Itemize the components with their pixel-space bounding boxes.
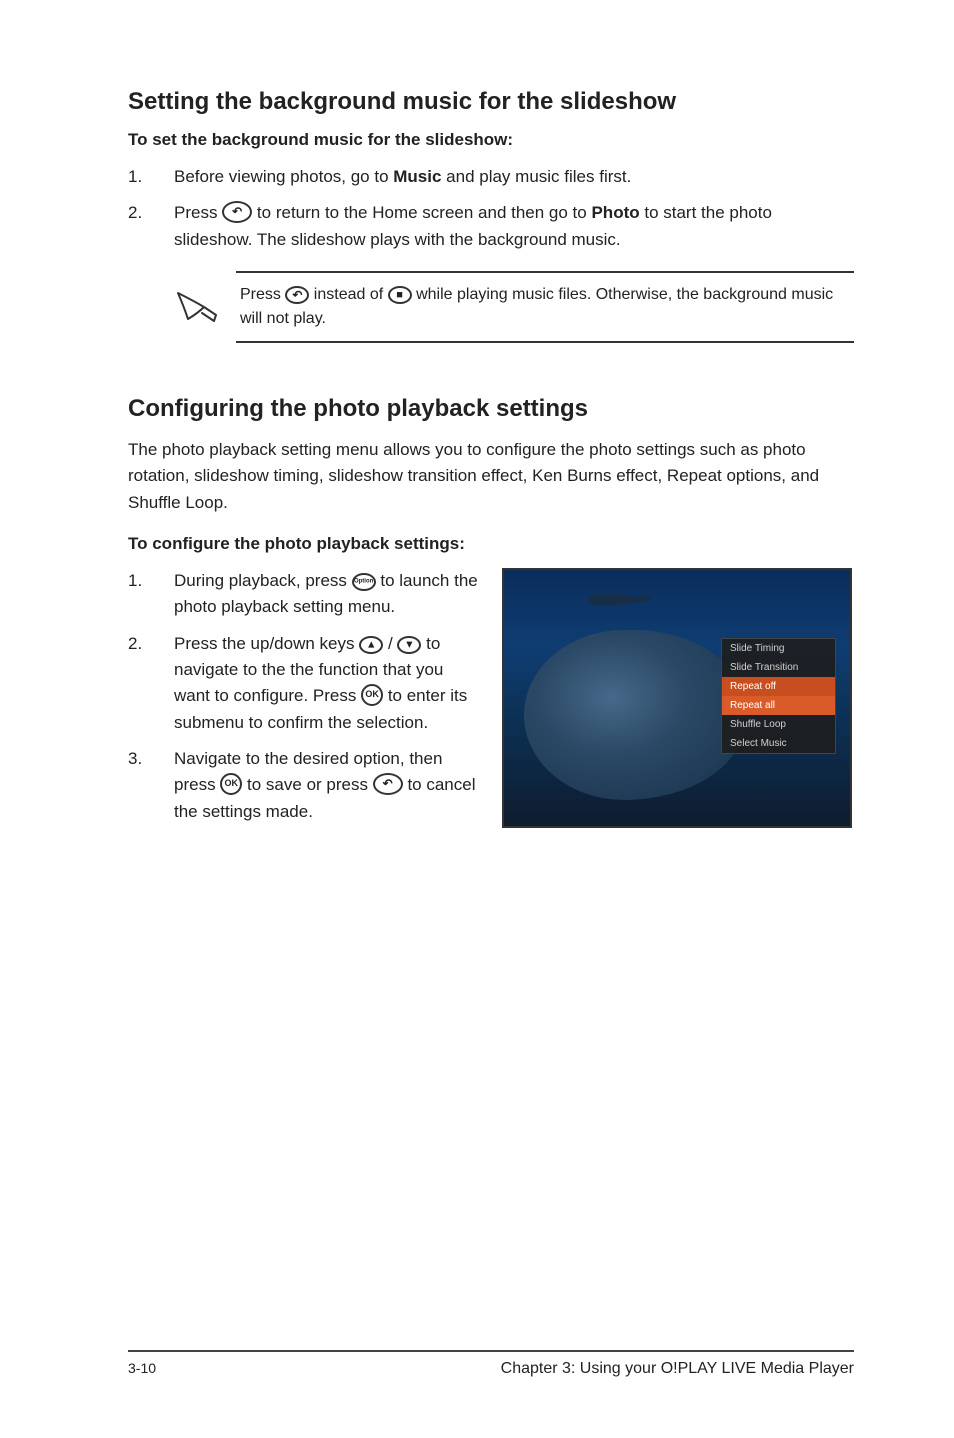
step-number: 2. [128, 631, 174, 736]
glyph: Option [354, 577, 373, 586]
step-1: 1. Before viewing photos, go to Music an… [128, 164, 854, 190]
subhead-set-bgm: To set the background music for the slid… [128, 130, 854, 150]
heading-setting-bgm: Setting the background music for the sli… [128, 88, 854, 116]
glyph: ↶ [383, 775, 393, 794]
music-label: Music [393, 167, 441, 186]
step-body: Press ↶ to return to the Home screen and… [174, 200, 854, 253]
swimmer-image [584, 586, 654, 614]
step-number: 1. [128, 164, 174, 190]
text: Press [174, 203, 222, 222]
stop-icon: ■ [388, 286, 412, 304]
step-3: 3. Navigate to the desired option, then … [128, 746, 478, 825]
note-text: Press ↶ instead of ■ while playing music… [236, 271, 854, 343]
text: Before viewing photos, go to [174, 167, 393, 186]
config-row: 1. During playback, press Option to laun… [128, 568, 854, 835]
page-footer: 3-10 Chapter 3: Using your O!PLAY LIVE M… [128, 1350, 854, 1378]
option-icon: Option [352, 573, 376, 591]
down-icon: ▾ [397, 636, 421, 654]
menu-item: Repeat off [722, 677, 835, 696]
text: to save or press [247, 775, 373, 794]
glyph: OK [365, 688, 379, 702]
step-body: Navigate to the desired option, then pre… [174, 746, 478, 825]
playback-screenshot: Slide Timing Slide Transition Repeat off… [502, 568, 852, 828]
up-icon: ▴ [359, 636, 383, 654]
glyph: ▴ [368, 636, 374, 653]
whale-image [524, 630, 744, 800]
menu-item: Slide Timing [722, 639, 835, 658]
config-screenshot-col: Slide Timing Slide Transition Repeat off… [502, 568, 854, 835]
step-2: 2. Press ↶ to return to the Home screen … [128, 200, 854, 253]
step-1: 1. During playback, press Option to laun… [128, 568, 478, 621]
menu-item: Slide Transition [722, 658, 835, 677]
intro-para: The photo playback setting menu allows y… [128, 437, 854, 516]
chapter-title: Chapter 3: Using your O!PLAY LIVE Media … [501, 1360, 854, 1378]
text: instead of [314, 286, 388, 303]
back-icon: ↶ [373, 773, 403, 795]
note-icon [174, 287, 220, 327]
text: and play music files first. [441, 167, 631, 186]
steps-set-bgm: 1. Before viewing photos, go to Music an… [128, 164, 854, 253]
section-configuring: Configuring the photo playback settings … [128, 395, 854, 835]
glyph: ↶ [232, 203, 242, 222]
page: Setting the background music for the sli… [0, 0, 954, 1438]
menu-overlay: Slide Timing Slide Transition Repeat off… [721, 638, 836, 754]
glyph: ▾ [407, 636, 413, 653]
step-body: Before viewing photos, go to Music and p… [174, 164, 854, 190]
subhead-configure: To configure the photo playback settings… [128, 534, 854, 554]
heading-configuring: Configuring the photo playback settings [128, 395, 854, 423]
glyph: ↶ [292, 286, 302, 304]
menu-item: Select Music [722, 734, 835, 753]
step-number: 2. [128, 200, 174, 253]
menu-item-selected: Repeat all [722, 696, 835, 715]
text: / [388, 634, 397, 653]
config-steps-col: 1. During playback, press Option to laun… [128, 568, 478, 835]
up-down-keys-label: up/down keys [251, 634, 355, 653]
text: Press the [174, 634, 251, 653]
page-number: 3-10 [128, 1360, 156, 1376]
steps-configure: 1. During playback, press Option to laun… [128, 568, 478, 825]
text: Press [240, 286, 285, 303]
step-2: 2. Press the up/down keys ▴ / ▾ to navig… [128, 631, 478, 736]
ok-icon: OK [220, 773, 242, 795]
back-icon: ↶ [222, 201, 252, 223]
text: During playback, press [174, 571, 352, 590]
step-body: During playback, press Option to launch … [174, 568, 478, 621]
glyph: ■ [396, 287, 403, 304]
step-body: Press the up/down keys ▴ / ▾ to navigate… [174, 631, 478, 736]
glyph: OK [225, 778, 239, 792]
note-box: Press ↶ instead of ■ while playing music… [174, 271, 854, 343]
back-icon: ↶ [285, 286, 309, 304]
step-number: 1. [128, 568, 174, 621]
text: to return to the Home screen and then go… [257, 203, 592, 222]
menu-item: Shuffle Loop [722, 715, 835, 734]
photo-label: Photo [591, 203, 639, 222]
ok-icon: OK [361, 684, 383, 706]
step-number: 3. [128, 746, 174, 825]
